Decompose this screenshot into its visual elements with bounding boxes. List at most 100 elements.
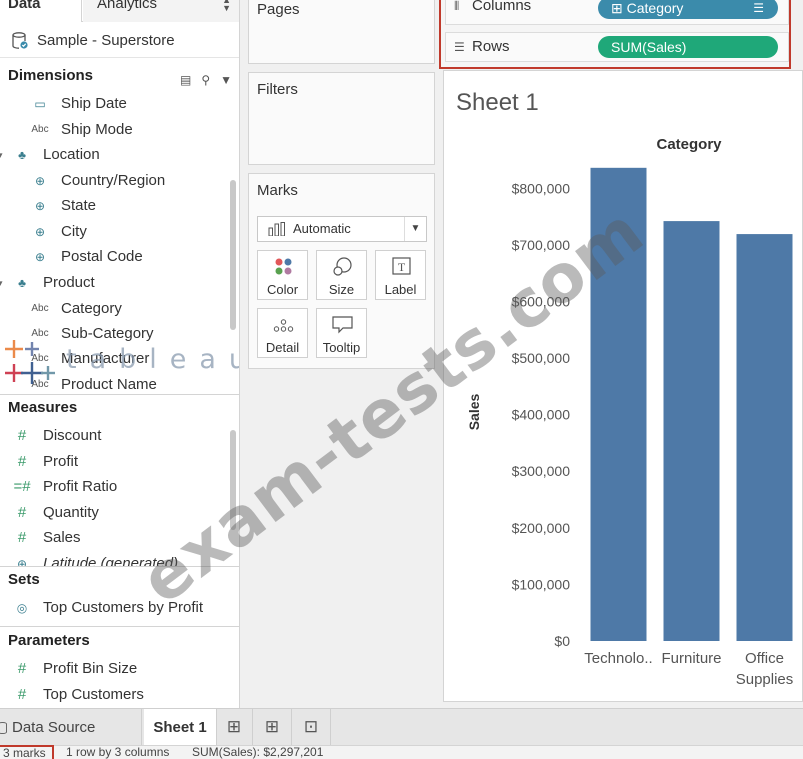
detail-button[interactable]: Detail <box>257 308 308 358</box>
new-worksheet-icon[interactable]: ⊞ <box>222 715 246 739</box>
field-postal-code[interactable]: ⊕ Postal Code <box>0 245 230 269</box>
field-label: Postal Code <box>61 248 143 265</box>
datasource-row[interactable]: Sample - Superstore <box>0 26 239 58</box>
field-label: Profit Bin Size <box>43 660 138 677</box>
field-label: City <box>61 223 87 240</box>
mark-type-dropdown[interactable]: Automatic ▼ <box>257 216 427 242</box>
bar-chart: Category $0 $100,000 $200,000 $300,000 $400,0… <box>466 136 794 688</box>
size-icon <box>333 257 352 276</box>
data-source-tab-label: Data Source <box>12 719 96 736</box>
mark-type-value: Automatic <box>293 221 351 236</box>
sum-summary: SUM(Sales): $2,297,201 <box>192 745 324 759</box>
chevron-down-icon[interactable]: ▼ <box>220 68 232 92</box>
filters-card[interactable]: Filters <box>248 72 435 165</box>
label-label: Label <box>384 282 417 297</box>
plus-box-icon: ⊞ <box>611 0 627 16</box>
hash-icon: # <box>17 427 27 444</box>
rows-shelf-label: ☰ Rows <box>454 38 510 55</box>
tooltip-label: Tooltip <box>322 340 361 355</box>
collapse-caret-icon[interactable]: ▾ <box>0 143 3 167</box>
field-label: Latitude (generated) <box>43 555 179 566</box>
globe-icon: ⊕ <box>34 250 46 264</box>
datasource-name: Sample - Superstore <box>37 32 175 49</box>
field-label: Location <box>43 146 100 163</box>
field-label: Profit <box>43 453 79 470</box>
data-source-tab[interactable]: Data Source <box>0 709 142 746</box>
color-label: Color <box>266 282 299 297</box>
field-city[interactable]: ⊕ City <box>0 220 230 244</box>
size-label: Size <box>328 282 355 297</box>
field-product[interactable]: ▾ ♣ Product <box>0 271 230 295</box>
rows-icon: ☰ <box>454 40 465 54</box>
field-label: Ship Mode <box>61 121 133 138</box>
color-button[interactable]: Color <box>257 250 308 300</box>
field-country-region[interactable]: ⊕ Country/Region <box>0 169 230 193</box>
list-view-icon[interactable]: ▤ <box>180 68 191 92</box>
y-tick-label: $300,000 <box>512 463 571 479</box>
field-ship-mode[interactable]: Abc Ship Mode <box>0 118 230 142</box>
globe-icon: ⊕ <box>16 557 28 566</box>
rows-label-text: Rows <box>472 38 510 55</box>
field-label: Category <box>61 300 122 317</box>
search-icon[interactable]: ⚲ <box>201 68 210 92</box>
measures-label: Measures <box>8 399 78 416</box>
field-latitude[interactable]: ⊕ Latitude (generated) <box>0 552 230 566</box>
field-top-customers-by-profit[interactable]: ◎ Top Customers by Profit <box>0 596 230 620</box>
dimensions-scrollbar[interactable] <box>230 180 236 330</box>
sort-descending-icon[interactable]: ☰ <box>753 0 764 19</box>
sheet-tab-bar: Data Source Sheet 1 ⊞ ⊞ ⊡ <box>0 708 803 746</box>
sheet1-tab[interactable]: Sheet 1 <box>144 709 216 746</box>
x-tick-label: Supplies <box>736 671 794 688</box>
field-top-customers[interactable]: # Top Customers <box>0 683 230 707</box>
globe-icon: ⊕ <box>34 225 46 239</box>
bar <box>663 221 720 642</box>
x-tick-label: Furniture <box>661 650 721 667</box>
columns-shelf-label: ⦀ Columns <box>454 0 531 14</box>
globe-icon: ⊕ <box>34 199 46 213</box>
field-location[interactable]: ▾ ♣ Location <box>0 143 230 167</box>
field-profit-ratio[interactable]: =# Profit Ratio <box>0 475 230 499</box>
label-button[interactable]: T Label <box>375 250 426 300</box>
divider <box>0 566 239 567</box>
datasource-icon <box>12 32 28 49</box>
hash-icon: # <box>17 529 27 546</box>
data-pane: Data Analytics ▲ ▼ Sample - Superstore Di… <box>0 0 240 708</box>
sum-sales-pill-text: SUM(Sales) <box>611 39 687 55</box>
detail-label: Detail <box>265 340 300 355</box>
detail-icon <box>273 319 294 332</box>
sets-header: Sets <box>0 568 239 592</box>
field-profit[interactable]: # Profit <box>0 450 230 474</box>
divider <box>330 709 331 746</box>
bar <box>736 234 793 641</box>
field-profit-bin-size[interactable]: # Profit Bin Size <box>0 657 230 681</box>
columns-shelf[interactable]: ⦀ Columns ⊞ Category ☰ <box>445 0 789 25</box>
field-sales[interactable]: # Sales <box>0 526 230 550</box>
measures-scrollbar[interactable] <box>230 430 236 530</box>
hash-icon: # <box>17 686 27 703</box>
sets-label: Sets <box>8 571 40 588</box>
field-discount[interactable]: # Discount <box>0 424 230 448</box>
x-tick-label: Office <box>745 650 784 667</box>
dimensions-label: Dimensions <box>8 67 94 84</box>
field-label: Quantity <box>43 504 99 521</box>
category-pill[interactable]: ⊞ Category ☰ <box>598 0 778 19</box>
tab-analytics[interactable]: Analytics ▲ ▼ <box>83 0 239 22</box>
field-state[interactable]: ⊕ State <box>0 194 230 218</box>
sum-sales-pill[interactable]: SUM(Sales) <box>598 36 778 58</box>
tooltip-button[interactable]: Tooltip <box>316 308 367 358</box>
size-button[interactable]: Size <box>316 250 367 300</box>
field-category[interactable]: Abc Category <box>0 297 230 321</box>
field-label: State <box>61 197 97 214</box>
chart-title: Category <box>656 136 722 153</box>
divider <box>0 394 239 395</box>
field-ship-date[interactable]: ▭ Ship Date <box>0 92 230 116</box>
field-quantity[interactable]: # Quantity <box>0 501 230 525</box>
new-dashboard-icon[interactable]: ⊞ <box>260 715 284 739</box>
new-story-icon[interactable]: ⊡ <box>299 715 323 739</box>
tab-data[interactable]: Data <box>0 0 82 22</box>
hash-icon: # <box>17 504 27 521</box>
rows-shelf[interactable]: ☰ Rows SUM(Sales) <box>445 32 789 62</box>
collapse-caret-icon[interactable]: ▾ <box>0 271 3 295</box>
pages-card[interactable]: Pages <box>248 0 435 64</box>
y-tick-label: $600,000 <box>512 293 571 309</box>
